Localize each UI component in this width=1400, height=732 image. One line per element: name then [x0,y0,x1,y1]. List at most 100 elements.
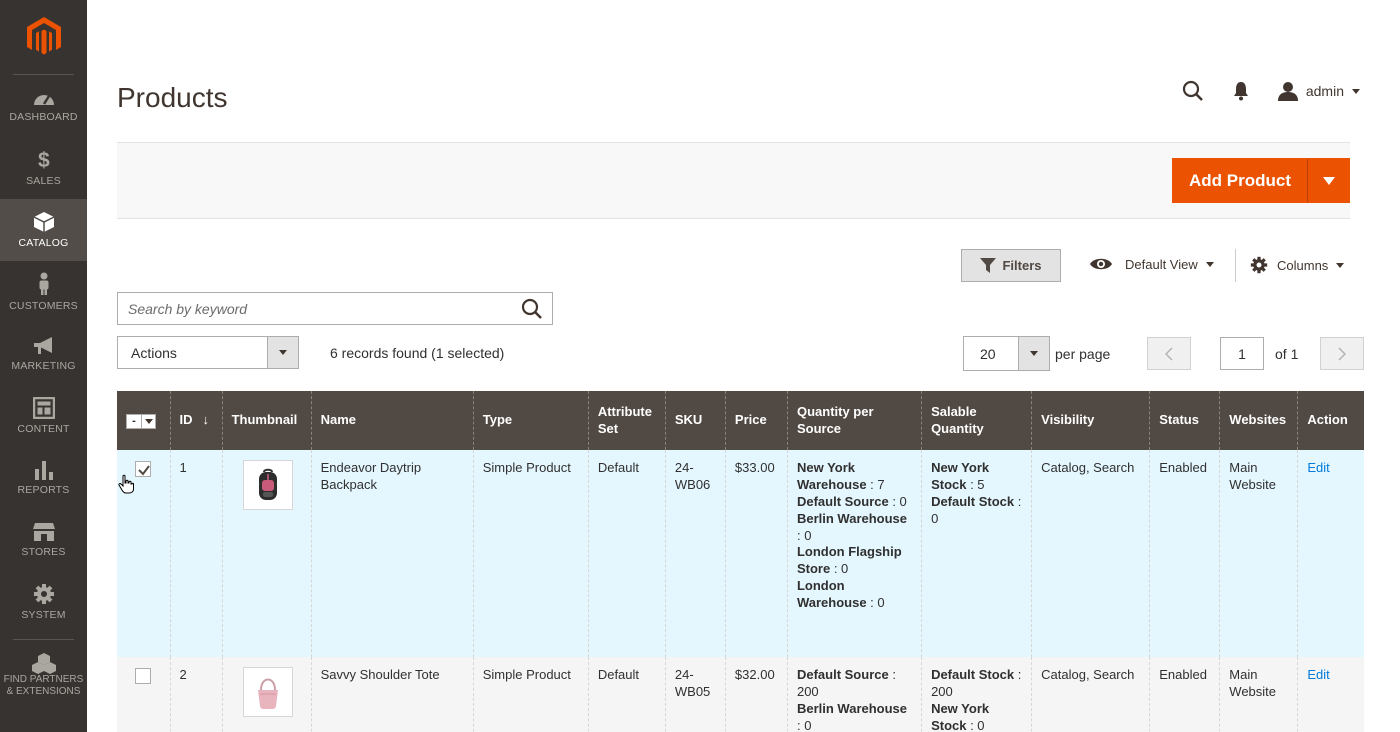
product-thumbnail[interactable] [242,667,293,717]
view-selector[interactable]: Default View [1089,256,1214,272]
mass-actions-select[interactable]: Actions [117,336,299,369]
user-menu[interactable]: admin [1277,81,1360,101]
column-header-visibility[interactable]: Visibility [1031,391,1150,450]
product-thumbnail[interactable] [242,460,293,510]
notifications-button[interactable] [1232,81,1250,101]
row-price: $33.00 [724,450,788,657]
mass-select-header[interactable]: - [117,391,171,450]
column-header-qty-per-source[interactable]: Quantity per Source [786,391,922,450]
tote-bag-image [257,678,278,709]
source-qty-item: Default Source : 200 [796,667,896,699]
edit-link[interactable]: Edit [1307,460,1329,475]
sidebar-item-partners[interactable]: FIND PARTNERS & EXTENSIONS [0,640,87,710]
store-icon [32,523,55,541]
row-action-cell: Edit [1297,657,1364,732]
page-title: Products [117,82,228,113]
row-qty-per-source: New York Warehouse : 7 Default Source : … [786,450,922,657]
mass-select-control[interactable]: - [126,414,156,429]
column-header-id[interactable]: ID ↓ [169,391,223,450]
column-header-thumbnail[interactable]: Thumbnail [221,391,312,450]
row-thumbnail-cell [221,450,312,657]
add-product-type-toggle[interactable] [1307,159,1349,202]
column-header-status[interactable]: Status [1149,391,1220,450]
user-icon [1277,82,1298,101]
mass-actions-label: Actions [131,344,177,361]
hand-cursor-icon [118,474,134,494]
source-qty-item: Berlin Warehouse : 0 [796,510,908,543]
sidebar-item-system[interactable]: SYSTEM [0,571,87,633]
layout-icon [32,397,55,419]
row-websites: Main Website [1219,657,1298,732]
row-name: Savvy Shoulder Tote [310,657,474,732]
column-header-salable-qty[interactable]: Salable Quantity [921,391,1032,450]
mass-select-indicator: - [132,415,136,427]
stock-qty-item: Default Stock : 200 [931,667,1022,699]
search-input[interactable] [118,293,512,324]
chevron-down-icon [267,337,298,368]
user-name: admin [1305,83,1344,99]
row-id: 1 [169,450,223,657]
chevron-down-icon [1205,261,1214,267]
records-count: 6 records found (1 selected) [330,345,505,361]
box-icon [33,212,54,232]
keyword-search [117,292,553,325]
sidebar-item-catalog[interactable]: CATALOG [0,199,87,261]
stock-qty-item: Default Stock : 0 [931,493,1022,526]
sidebar-item-reports[interactable]: REPORTS [0,447,87,509]
filters-button[interactable]: Filters [961,249,1061,282]
main-content: Products admin Add Product Filters Defau… [87,0,1400,732]
search-icon [521,298,542,319]
add-product-button[interactable]: Add Product [1172,158,1350,203]
column-header-name[interactable]: Name [310,391,474,450]
cubes-icon [31,652,56,674]
edit-link[interactable]: Edit [1307,667,1329,682]
sidebar-item-label: REPORTS [17,484,70,496]
sidebar-item-customers[interactable]: CUSTOMERS [0,261,87,323]
table-row[interactable]: 2 Savvy Shoulder Tote Simple Product Def… [117,657,1364,732]
column-header-attribute-set[interactable]: Attribute Set [587,391,666,450]
search-submit-button[interactable] [512,298,552,320]
row-select-cell [117,657,171,732]
row-attribute-set: Default [587,450,666,657]
current-page-input[interactable]: 1 [1220,337,1264,370]
source-qty-item: Berlin Warehouse : 0 [796,700,908,732]
bell-icon [1233,82,1248,101]
row-name: Endeavor Daytrip Backpack [310,450,474,657]
dashboard-icon [33,95,54,105]
sidebar-item-dashboard[interactable]: DASHBOARD [0,75,87,137]
row-checkbox[interactable] [135,461,151,477]
row-thumbnail-cell [221,657,312,732]
backpack-image [258,468,277,500]
sidebar-item-sales[interactable]: $ SALES [0,137,87,199]
sidebar-item-marketing[interactable]: MARKETING [0,323,87,385]
column-header-sku[interactable]: SKU [664,391,726,450]
page-actions-bar: Add Product [117,142,1350,219]
funnel-icon [980,258,997,273]
row-checkbox[interactable] [135,668,151,684]
previous-page-button[interactable] [1147,337,1191,370]
global-search-button[interactable] [1182,80,1204,102]
checkmark-icon [138,465,150,476]
next-page-button[interactable] [1320,337,1364,370]
grid-header-row: - ID ↓ Thumbnail Name Type Attribute Set … [117,391,1364,450]
gear-icon [33,584,54,604]
column-header-websites[interactable]: Websites [1219,391,1298,450]
column-header-type[interactable]: Type [472,391,589,450]
row-status: Enabled [1149,450,1220,657]
column-header-price[interactable]: Price [724,391,788,450]
row-select-cell [117,450,171,657]
product-grid: - ID ↓ Thumbnail Name Type Attribute Set … [117,391,1364,732]
sidebar-item-label: SYSTEM [21,609,66,621]
sidebar-item-label: CATALOG [18,237,69,249]
sidebar-item-stores[interactable]: STORES [0,509,87,571]
row-qty-per-source: Default Source : 200 Berlin Warehouse : … [786,657,922,732]
dollar-icon: $ [38,149,50,171]
per-page-select[interactable]: 20 [963,336,1050,371]
admin-sidebar: DASHBOARD $ SALES CATALOG CUSTOMERS MARK… [0,0,87,732]
sidebar-item-content[interactable]: CONTENT [0,385,87,447]
table-row[interactable]: 1 Endeavor Daytrip Backpack Simple Produ… [117,450,1364,657]
magento-logo[interactable] [13,0,74,75]
row-type: Simple Product [472,450,589,657]
columns-selector[interactable]: Columns [1250,256,1345,274]
chevron-down-icon [141,415,155,428]
